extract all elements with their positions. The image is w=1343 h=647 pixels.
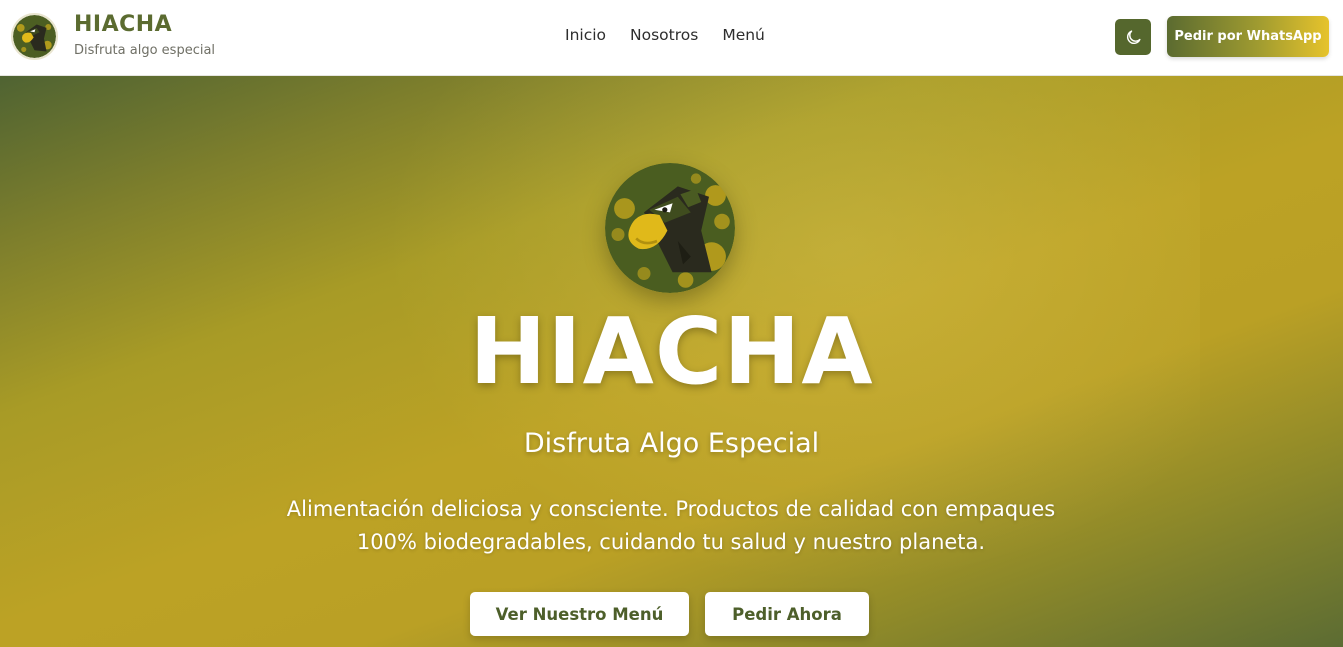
brand-logo-eagle-icon[interactable] (11, 13, 58, 60)
theme-toggle-button[interactable] (1115, 19, 1151, 55)
nav-link-nosotros[interactable]: Nosotros (630, 26, 698, 44)
order-now-button[interactable]: Pedir Ahora (705, 592, 869, 636)
whatsapp-order-button[interactable]: Pedir por WhatsApp (1167, 16, 1329, 57)
nav-link-menu[interactable]: Menú (722, 26, 765, 44)
main-nav: Inicio Nosotros Menú (565, 26, 765, 44)
moon-icon (1126, 29, 1141, 44)
nav-link-inicio[interactable]: Inicio (565, 26, 606, 44)
hero-section: HIACHA Disfruta Algo Especial Alimentaci… (0, 76, 1343, 647)
hero-subtitle: Disfruta Algo Especial (523, 428, 820, 459)
brand-name[interactable]: HIACHA (74, 12, 172, 37)
hero-logo-eagle-icon (605, 163, 735, 293)
hero-title: HIACHA (469, 298, 874, 405)
site-header: HIACHA Disfruta algo especial Inicio Nos… (0, 0, 1343, 76)
view-menu-button[interactable]: Ver Nuestro Menú (470, 592, 689, 636)
brand-tagline: Disfruta algo especial (74, 43, 216, 58)
hero-description: Alimentación deliciosa y consciente. Pro… (286, 497, 1056, 554)
